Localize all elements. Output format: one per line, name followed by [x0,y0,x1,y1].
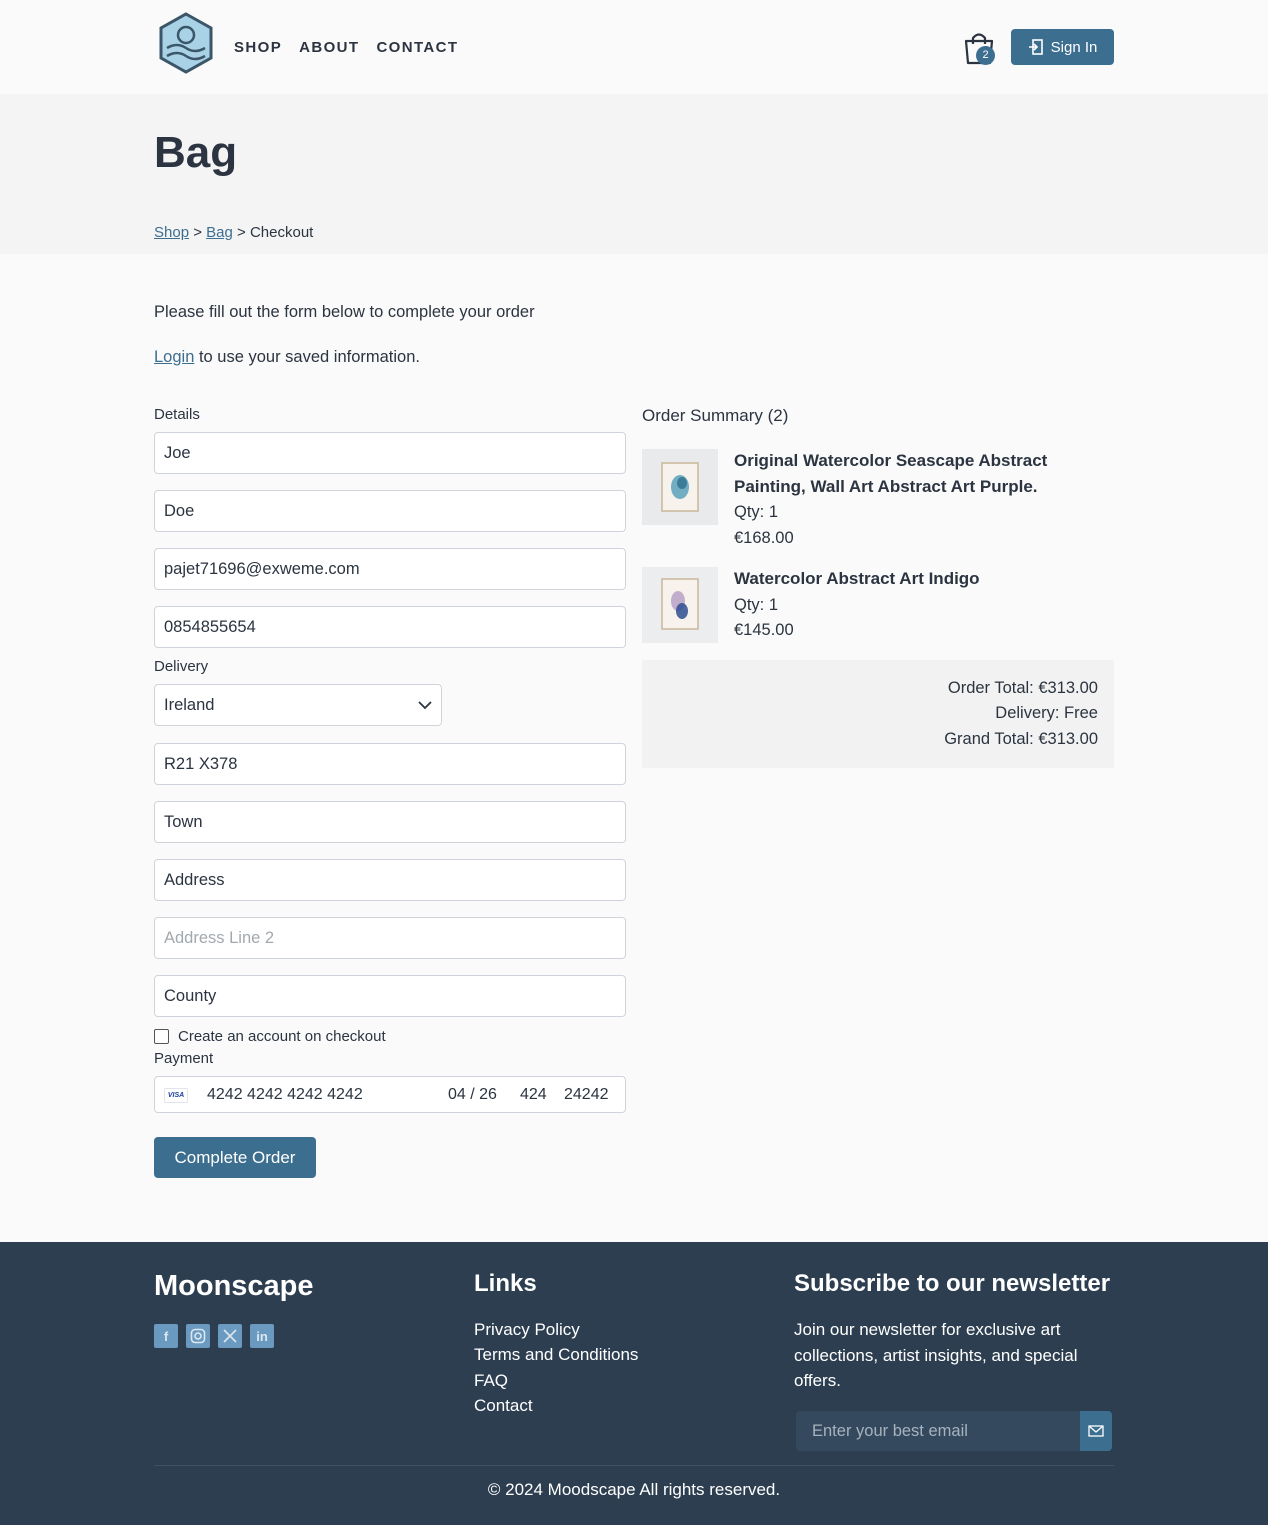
copyright: © 2024 Moodscape All rights reserved. [487,1480,781,1499]
card-cvc[interactable]: 424 [520,1086,547,1104]
payment-label: Payment [154,1050,214,1067]
address-field[interactable]: Address [154,859,626,901]
nav-shop[interactable]: SHOP [234,39,282,56]
main-nav: SHOP ABOUT CONTACT [234,39,458,56]
site-footer: Moonscape f in Links Privacy Policy Term… [0,1242,1268,1525]
sign-in-label: Sign In [1050,38,1098,56]
summary-item-qty: Qty: 1 [734,503,779,521]
footer-link-privacy[interactable]: Privacy Policy [474,1320,580,1340]
country-select[interactable]: Ireland [154,684,442,726]
create-account-checkbox[interactable] [154,1029,169,1044]
email-field[interactable]: pajet71696@exweme.com [154,548,626,590]
address-line2-field[interactable]: Address Line 2 [154,917,626,959]
newsletter-title: Subscribe to our newsletter [794,1270,1111,1297]
product-thumbnail[interactable] [642,449,718,525]
newsletter-submit-button[interactable] [1080,1411,1112,1451]
login-link[interactable]: Login [154,348,194,366]
breadcrumb-shop[interactable]: Shop [154,224,189,241]
checkout-instructions: Please fill out the form below to comple… [154,303,535,321]
complete-order-button[interactable]: Complete Order [154,1137,316,1178]
footer-link-terms[interactable]: Terms and Conditions [474,1345,638,1365]
breadcrumb-bag[interactable]: Bag [206,224,233,241]
breadcrumb-current: Checkout [249,224,314,241]
phone-field[interactable]: 0854855654 [154,606,626,648]
newsletter-email-input[interactable]: Enter your best email [796,1411,1080,1451]
delivery-label: Delivery [154,658,209,675]
summary-item-price: €145.00 [734,621,794,639]
page-hero: Bag Shop > Bag > Checkout [0,94,1268,254]
card-zip[interactable]: 24242 [564,1086,609,1104]
card-input[interactable]: VISA 4242 4242 4242 4242 04 / 26 424 242… [154,1076,626,1113]
card-expiry[interactable]: 04 / 26 [448,1086,497,1104]
footer-divider [154,1465,1114,1466]
bag-count-badge: 2 [976,46,995,65]
summary-item-title: Original Watercolor Seascape Abstract Pa… [734,451,1048,496]
details-label: Details [154,406,200,423]
order-totals-box: Order Total: €313.00 Delivery: Free Gran… [642,660,1114,768]
login-prompt-text: to use your saved information. [194,348,420,366]
x-icon[interactable] [218,1324,242,1348]
grand-total: Grand Total: €313.00 [944,730,1098,748]
moonscape-logo-icon[interactable] [157,12,215,74]
breadcrumb: Shop > Bag > Checkout [154,224,313,241]
order-total: Order Total: €313.00 [947,679,1098,697]
footer-links-title: Links [474,1270,537,1297]
instagram-icon[interactable] [186,1324,210,1348]
summary-item-qty: Qty: 1 [734,596,779,614]
town-field[interactable]: Town [154,801,626,843]
card-number[interactable]: 4242 4242 4242 4242 [207,1086,363,1104]
login-prompt: Login to use your saved information. [154,348,420,367]
country-value: Ireland [164,696,215,714]
footer-brand: Moonscape [154,1270,314,1302]
summary-item-title: Watercolor Abstract Art Indigo [734,569,980,588]
breadcrumb-separator: > [189,224,207,241]
nav-about[interactable]: ABOUT [299,39,359,56]
create-account-row[interactable]: Create an account on checkout [154,1028,386,1045]
footer-link-faq[interactable]: FAQ [474,1371,508,1391]
order-summary-title: Order Summary (2) [642,406,789,425]
social-links: f in [154,1324,274,1348]
sign-in-button[interactable]: Sign In [1011,29,1114,65]
summary-item-price: €168.00 [734,529,794,547]
envelope-icon [1088,1425,1104,1437]
chevron-down-icon [418,700,432,709]
county-field[interactable]: County [154,975,626,1017]
facebook-icon[interactable]: f [154,1324,178,1348]
visa-card-icon: VISA [164,1088,188,1103]
postcode-field[interactable]: R21 X378 [154,743,626,785]
create-account-label: Create an account on checkout [178,1028,386,1045]
last-name-field[interactable]: Doe [154,490,626,532]
page-title: Bag [154,128,238,177]
footer-link-contact[interactable]: Contact [474,1396,533,1416]
first-name-field[interactable]: Joe [154,432,626,474]
breadcrumb-separator: > [232,224,250,241]
sign-in-icon [1028,39,1043,55]
site-header: SHOP ABOUT CONTACT 2 Sign In [0,0,1268,94]
delivery-cost: Delivery: Free [995,704,1098,722]
newsletter-description: Join our newsletter for exclusive art co… [794,1320,1078,1390]
linkedin-icon[interactable]: in [250,1324,274,1348]
product-thumbnail[interactable] [642,567,718,643]
nav-contact[interactable]: CONTACT [376,39,458,56]
